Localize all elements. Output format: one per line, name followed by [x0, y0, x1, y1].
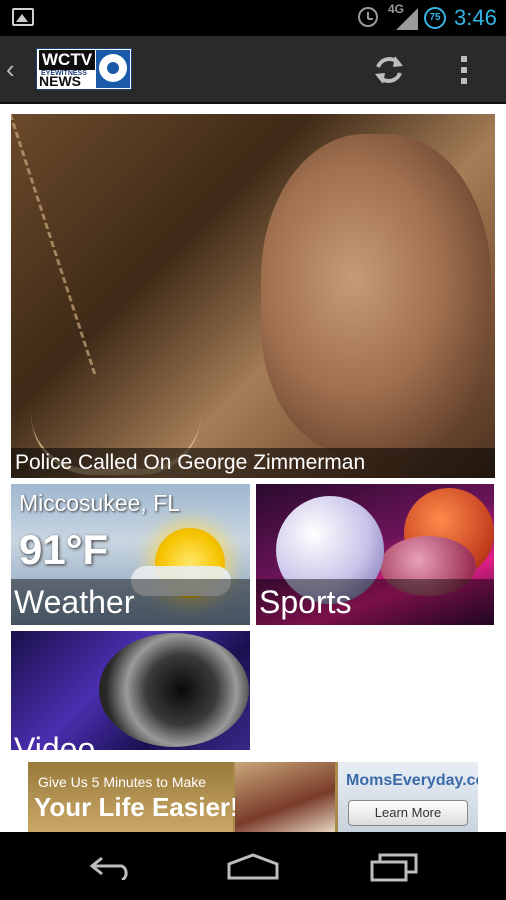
logo-text-wctv: WCTV	[39, 50, 96, 70]
back-nav-icon[interactable]	[88, 854, 136, 880]
learn-more-button[interactable]: Learn More	[348, 800, 468, 826]
app-logo[interactable]: WCTV EYEWITNESS NEWS	[36, 48, 132, 90]
scale-image-detail	[11, 114, 257, 374]
signal-icon	[396, 8, 418, 30]
ad-brand: MomsEveryday.com	[346, 772, 478, 789]
story-photo	[261, 134, 491, 454]
ad-text-panel: Give Us 5 Minutes to Make Your Life Easi…	[28, 762, 239, 832]
sports-tile[interactable]: Sports	[256, 484, 494, 625]
video-tile[interactable]: Video	[11, 631, 250, 750]
camera-lens-image	[99, 633, 249, 747]
top-story-caption: Police Called On George Zimmerman	[11, 448, 495, 478]
logo-text-news: NEWS	[39, 73, 81, 89]
overflow-menu-icon[interactable]	[452, 52, 476, 92]
weather-temperature: 91°F	[19, 526, 109, 573]
action-bar: ‹ WCTV EYEWITNESS NEWS	[0, 36, 506, 104]
video-label: Video	[14, 731, 96, 750]
alarm-icon	[358, 7, 378, 27]
weather-location: Miccosukee, FL	[19, 490, 181, 516]
ad-line1: Give Us 5 Minutes to Make	[38, 774, 207, 790]
top-story-tile[interactable]: Police Called On George Zimmerman	[11, 114, 495, 478]
ad-line2: Your Life Easier!	[34, 792, 239, 822]
clock: 3:46	[454, 5, 497, 30]
weather-label: Weather	[11, 579, 250, 625]
ad-brand-panel: MomsEveryday.com Learn More	[338, 762, 478, 832]
status-bar: 4G 75 3:46	[0, 0, 506, 36]
cbs-eye-icon	[96, 50, 130, 88]
navigation-bar	[0, 832, 506, 900]
back-icon[interactable]: ‹	[6, 54, 15, 85]
refresh-icon[interactable]	[369, 50, 409, 90]
home-nav-icon[interactable]	[226, 852, 280, 882]
ad-photo	[235, 762, 335, 832]
recent-apps-icon[interactable]	[370, 852, 420, 882]
weather-tile[interactable]: Miccosukee, FL 91°F Weather	[11, 484, 250, 625]
ad-banner[interactable]: Give Us 5 Minutes to Make Your Life Easi…	[28, 762, 478, 832]
battery-icon: 75	[424, 7, 446, 29]
sports-label: Sports	[256, 579, 494, 625]
image-icon	[12, 8, 34, 26]
